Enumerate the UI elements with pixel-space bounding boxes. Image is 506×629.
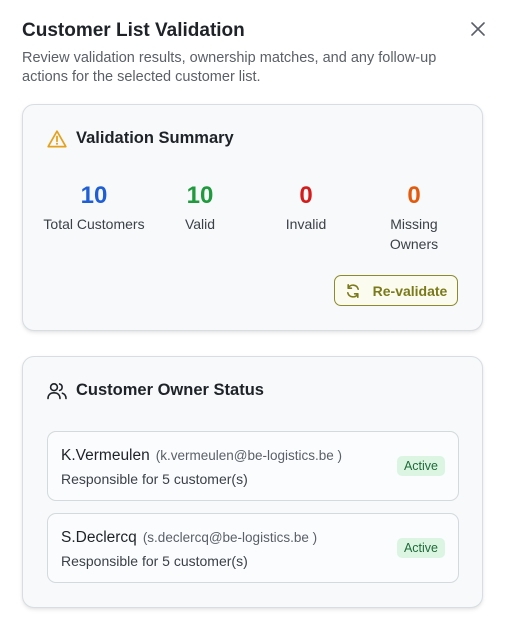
status-badge: Active: [396, 456, 445, 476]
close-button[interactable]: [466, 17, 490, 41]
owner-email: (s.declercq@be-logistics.be ): [142, 530, 318, 545]
validation-summary-title: Validation Summary: [76, 129, 234, 147]
dialog-title: Customer List Validation: [22, 20, 245, 41]
close-icon: [471, 22, 485, 36]
warning-triangle-icon: [47, 129, 67, 147]
stat-value: 0: [407, 182, 421, 209]
stat-value: 10: [80, 182, 108, 209]
owner-status-header: Customer Owner Status: [47, 381, 264, 400]
refresh-icon: [346, 283, 359, 298]
customer-owner-status-card: Customer Owner Status K.Vermeulen (k.verm…: [22, 356, 483, 608]
customer-list-validation-dialog: Customer List Validation Review validati…: [0, 0, 506, 629]
stat-invalid: 0 Invalid: [251, 183, 361, 234]
revalidate-button[interactable]: Re-validate: [334, 275, 458, 306]
users-icon: [47, 382, 67, 399]
stat-value: 0: [299, 182, 313, 209]
owner-name-line: K.Vermeulen (k.vermeulen@be-logistics.be …: [61, 447, 342, 465]
owner-status-title: Customer Owner Status: [76, 381, 264, 399]
stat-total-customers: 10 Total Customers: [39, 183, 149, 234]
owner-name-line: S.Declercq (s.declercq@be-logistics.be ): [61, 529, 317, 547]
validation-summary-card: Validation Summary 10 Total Customers 10…: [22, 104, 483, 331]
stat-label: Valid: [184, 216, 216, 232]
stat-label: Total Customers: [43, 216, 145, 232]
stat-valid: 10 Valid: [145, 183, 255, 234]
stat-label: Invalid: [285, 216, 327, 232]
owner-row-k-vermeulen: K.Vermeulen (k.vermeulen@be-logistics.be …: [47, 431, 459, 501]
revalidate-label: Re-validate: [372, 282, 448, 299]
owner-name: K.Vermeulen: [61, 447, 150, 464]
status-badge: Active: [396, 538, 445, 558]
owner-email: (k.vermeulen@be-logistics.be ): [155, 448, 343, 463]
owner-row-s-declercq: S.Declercq (s.declercq@be-logistics.be ) …: [47, 513, 459, 583]
owner-name: S.Declercq: [61, 529, 137, 546]
dialog-subtitle: Review validation results, ownership mat…: [22, 50, 437, 85]
owner-responsibility: Responsible for 5 customer(s): [61, 553, 248, 569]
stat-value: 10: [186, 182, 214, 209]
stat-missing-owners: 0 Missing Owners: [359, 183, 469, 254]
owner-responsibility: Responsible for 5 customer(s): [61, 471, 248, 487]
validation-summary-header: Validation Summary: [47, 129, 234, 148]
stat-label: Missing Owners: [389, 216, 439, 252]
